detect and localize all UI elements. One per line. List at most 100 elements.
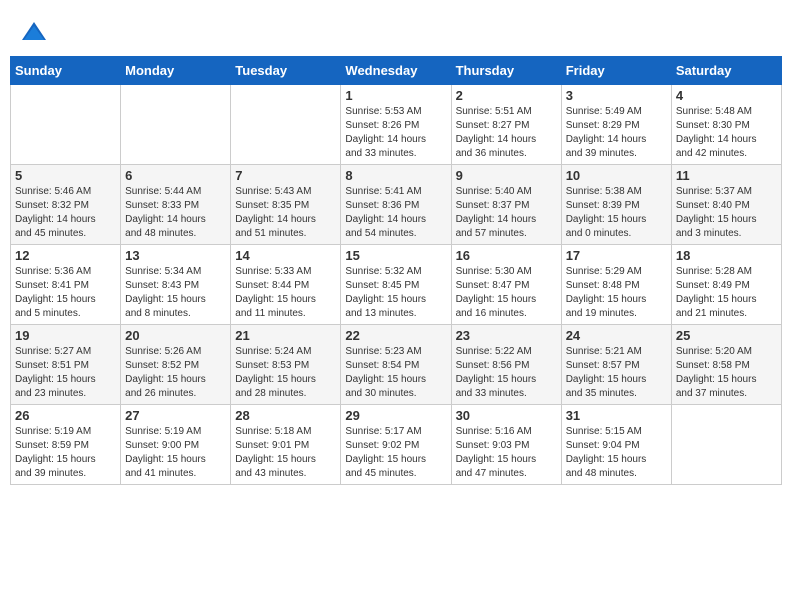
day-number: 27 (125, 408, 226, 423)
calendar-cell: 17 Sunrise: 5:29 AMSunset: 8:48 PMDayligh… (561, 245, 671, 325)
calendar-cell: 31 Sunrise: 5:15 AMSunset: 9:04 PMDayligh… (561, 405, 671, 485)
calendar-cell: 16 Sunrise: 5:30 AMSunset: 8:47 PMDayligh… (451, 245, 561, 325)
day-info: Sunrise: 5:23 AMSunset: 8:54 PMDaylight:… (345, 345, 446, 401)
calendar-week-row: 1 Sunrise: 5:53 AMSunset: 8:26 PMDaylight… (11, 85, 782, 165)
day-info: Sunrise: 5:16 AMSunset: 9:03 PMDaylight:… (456, 425, 557, 481)
calendar-cell: 6Sunrise: 5:44 AMSunset: 8:33 PMDaylight… (121, 165, 231, 245)
calendar-cell: 19 Sunrise: 5:27 AMSunset: 8:51 PMDayligh… (11, 325, 121, 405)
calendar-week-row: 19 Sunrise: 5:27 AMSunset: 8:51 PMDayligh… (11, 325, 782, 405)
day-number: 6 (125, 168, 226, 183)
day-number: 18 (676, 248, 777, 263)
calendar-cell: 22 Sunrise: 5:23 AMSunset: 8:54 PMDayligh… (341, 325, 451, 405)
day-number: 24 (566, 328, 667, 343)
calendar-cell: 12Sunrise: 5:36 AMSunset: 8:41 PMDayligh… (11, 245, 121, 325)
day-number: 13 (125, 248, 226, 263)
day-number: 15 (345, 248, 446, 263)
weekday-header-sunday: Sunday (11, 57, 121, 85)
calendar-cell: 5 Sunrise: 5:46 AMSunset: 8:32 PMDaylight… (11, 165, 121, 245)
day-info: Sunrise: 5:20 AMSunset: 8:58 PMDaylight:… (676, 345, 777, 401)
day-number: 5 (15, 168, 116, 183)
day-number: 9 (456, 168, 557, 183)
weekday-header-tuesday: Tuesday (231, 57, 341, 85)
day-number: 17 (566, 248, 667, 263)
weekday-header-wednesday: Wednesday (341, 57, 451, 85)
day-number: 11 (676, 168, 777, 183)
day-info: Sunrise: 5:29 AMSunset: 8:48 PMDaylight:… (566, 265, 667, 321)
day-number: 26 (15, 408, 116, 423)
day-info: Sunrise: 5:49 AMSunset: 8:29 PMDaylight:… (566, 105, 667, 161)
day-number: 10 (566, 168, 667, 183)
day-info: Sunrise: 5:48 AMSunset: 8:30 PMDaylight:… (676, 105, 777, 161)
day-info: Sunrise: 5:43 AMSunset: 8:35 PMDaylight:… (235, 185, 336, 241)
day-number: 20 (125, 328, 226, 343)
day-number: 22 (345, 328, 446, 343)
calendar-cell: 9 Sunrise: 5:40 AMSunset: 8:37 PMDaylight… (451, 165, 561, 245)
day-info: Sunrise: 5:30 AMSunset: 8:47 PMDaylight:… (456, 265, 557, 321)
day-info: Sunrise: 5:37 AMSunset: 8:40 PMDaylight:… (676, 185, 777, 241)
calendar-cell: 14 Sunrise: 5:33 AMSunset: 8:44 PMDayligh… (231, 245, 341, 325)
weekday-header-thursday: Thursday (451, 57, 561, 85)
day-info: Sunrise: 5:53 AMSunset: 8:26 PMDaylight:… (345, 105, 446, 161)
calendar-cell: 1 Sunrise: 5:53 AMSunset: 8:26 PMDaylight… (341, 85, 451, 165)
calendar-cell (121, 85, 231, 165)
day-info: Sunrise: 5:51 AMSunset: 8:27 PMDaylight:… (456, 105, 557, 161)
day-info: Sunrise: 5:38 AMSunset: 8:39 PMDaylight:… (566, 185, 667, 241)
page-header (10, 10, 782, 52)
calendar-week-row: 26 Sunrise: 5:19 AMSunset: 8:59 PMDayligh… (11, 405, 782, 485)
day-info: Sunrise: 5:24 AMSunset: 8:53 PMDaylight:… (235, 345, 336, 401)
day-info: Sunrise: 5:36 AMSunset: 8:41 PMDaylight:… (15, 265, 116, 321)
calendar-cell: 29Sunrise: 5:17 AMSunset: 9:02 PMDayligh… (341, 405, 451, 485)
day-number: 28 (235, 408, 336, 423)
day-number: 25 (676, 328, 777, 343)
day-info: Sunrise: 5:46 AMSunset: 8:32 PMDaylight:… (15, 185, 116, 241)
day-info: Sunrise: 5:26 AMSunset: 8:52 PMDaylight:… (125, 345, 226, 401)
calendar-cell: 23 Sunrise: 5:22 AMSunset: 8:56 PMDayligh… (451, 325, 561, 405)
day-info: Sunrise: 5:22 AMSunset: 8:56 PMDaylight:… (456, 345, 557, 401)
calendar-cell (11, 85, 121, 165)
day-info: Sunrise: 5:15 AMSunset: 9:04 PMDaylight:… (566, 425, 667, 481)
calendar-cell: 15Sunrise: 5:32 AMSunset: 8:45 PMDayligh… (341, 245, 451, 325)
day-number: 30 (456, 408, 557, 423)
day-info: Sunrise: 5:40 AMSunset: 8:37 PMDaylight:… (456, 185, 557, 241)
calendar-week-row: 12Sunrise: 5:36 AMSunset: 8:41 PMDayligh… (11, 245, 782, 325)
weekday-header-monday: Monday (121, 57, 231, 85)
calendar-cell: 10 Sunrise: 5:38 AMSunset: 8:39 PMDayligh… (561, 165, 671, 245)
calendar-cell: 8Sunrise: 5:41 AMSunset: 8:36 PMDaylight… (341, 165, 451, 245)
day-info: Sunrise: 5:19 AMSunset: 8:59 PMDaylight:… (15, 425, 116, 481)
day-number: 16 (456, 248, 557, 263)
calendar-cell: 21 Sunrise: 5:24 AMSunset: 8:53 PMDayligh… (231, 325, 341, 405)
calendar-cell: 3 Sunrise: 5:49 AMSunset: 8:29 PMDaylight… (561, 85, 671, 165)
weekday-header-friday: Friday (561, 57, 671, 85)
calendar-header-row: SundayMondayTuesdayWednesdayThursdayFrid… (11, 57, 782, 85)
day-info: Sunrise: 5:17 AMSunset: 9:02 PMDaylight:… (345, 425, 446, 481)
calendar-cell: 30 Sunrise: 5:16 AMSunset: 9:03 PMDayligh… (451, 405, 561, 485)
day-number: 21 (235, 328, 336, 343)
calendar-cell (671, 405, 781, 485)
day-info: Sunrise: 5:18 AMSunset: 9:01 PMDaylight:… (235, 425, 336, 481)
calendar-cell: 26 Sunrise: 5:19 AMSunset: 8:59 PMDayligh… (11, 405, 121, 485)
day-number: 23 (456, 328, 557, 343)
day-info: Sunrise: 5:33 AMSunset: 8:44 PMDaylight:… (235, 265, 336, 321)
day-number: 3 (566, 88, 667, 103)
calendar-cell: 11 Sunrise: 5:37 AMSunset: 8:40 PMDayligh… (671, 165, 781, 245)
calendar-cell: 20 Sunrise: 5:26 AMSunset: 8:52 PMDayligh… (121, 325, 231, 405)
calendar-cell: 27 Sunrise: 5:19 AMSunset: 9:00 PMDayligh… (121, 405, 231, 485)
day-number: 7 (235, 168, 336, 183)
calendar-cell: 28 Sunrise: 5:18 AMSunset: 9:01 PMDayligh… (231, 405, 341, 485)
logo-icon (20, 18, 48, 46)
day-number: 1 (345, 88, 446, 103)
day-number: 4 (676, 88, 777, 103)
calendar-cell: 25 Sunrise: 5:20 AMSunset: 8:58 PMDayligh… (671, 325, 781, 405)
day-number: 19 (15, 328, 116, 343)
day-info: Sunrise: 5:21 AMSunset: 8:57 PMDaylight:… (566, 345, 667, 401)
day-number: 14 (235, 248, 336, 263)
calendar-cell: 13Sunrise: 5:34 AMSunset: 8:43 PMDayligh… (121, 245, 231, 325)
calendar-cell: 7 Sunrise: 5:43 AMSunset: 8:35 PMDaylight… (231, 165, 341, 245)
day-number: 31 (566, 408, 667, 423)
day-info: Sunrise: 5:41 AMSunset: 8:36 PMDaylight:… (345, 185, 446, 241)
weekday-header-saturday: Saturday (671, 57, 781, 85)
day-info: Sunrise: 5:19 AMSunset: 9:00 PMDaylight:… (125, 425, 226, 481)
calendar-cell: 4 Sunrise: 5:48 AMSunset: 8:30 PMDaylight… (671, 85, 781, 165)
calendar-cell: 18Sunrise: 5:28 AMSunset: 8:49 PMDayligh… (671, 245, 781, 325)
day-info: Sunrise: 5:27 AMSunset: 8:51 PMDaylight:… (15, 345, 116, 401)
